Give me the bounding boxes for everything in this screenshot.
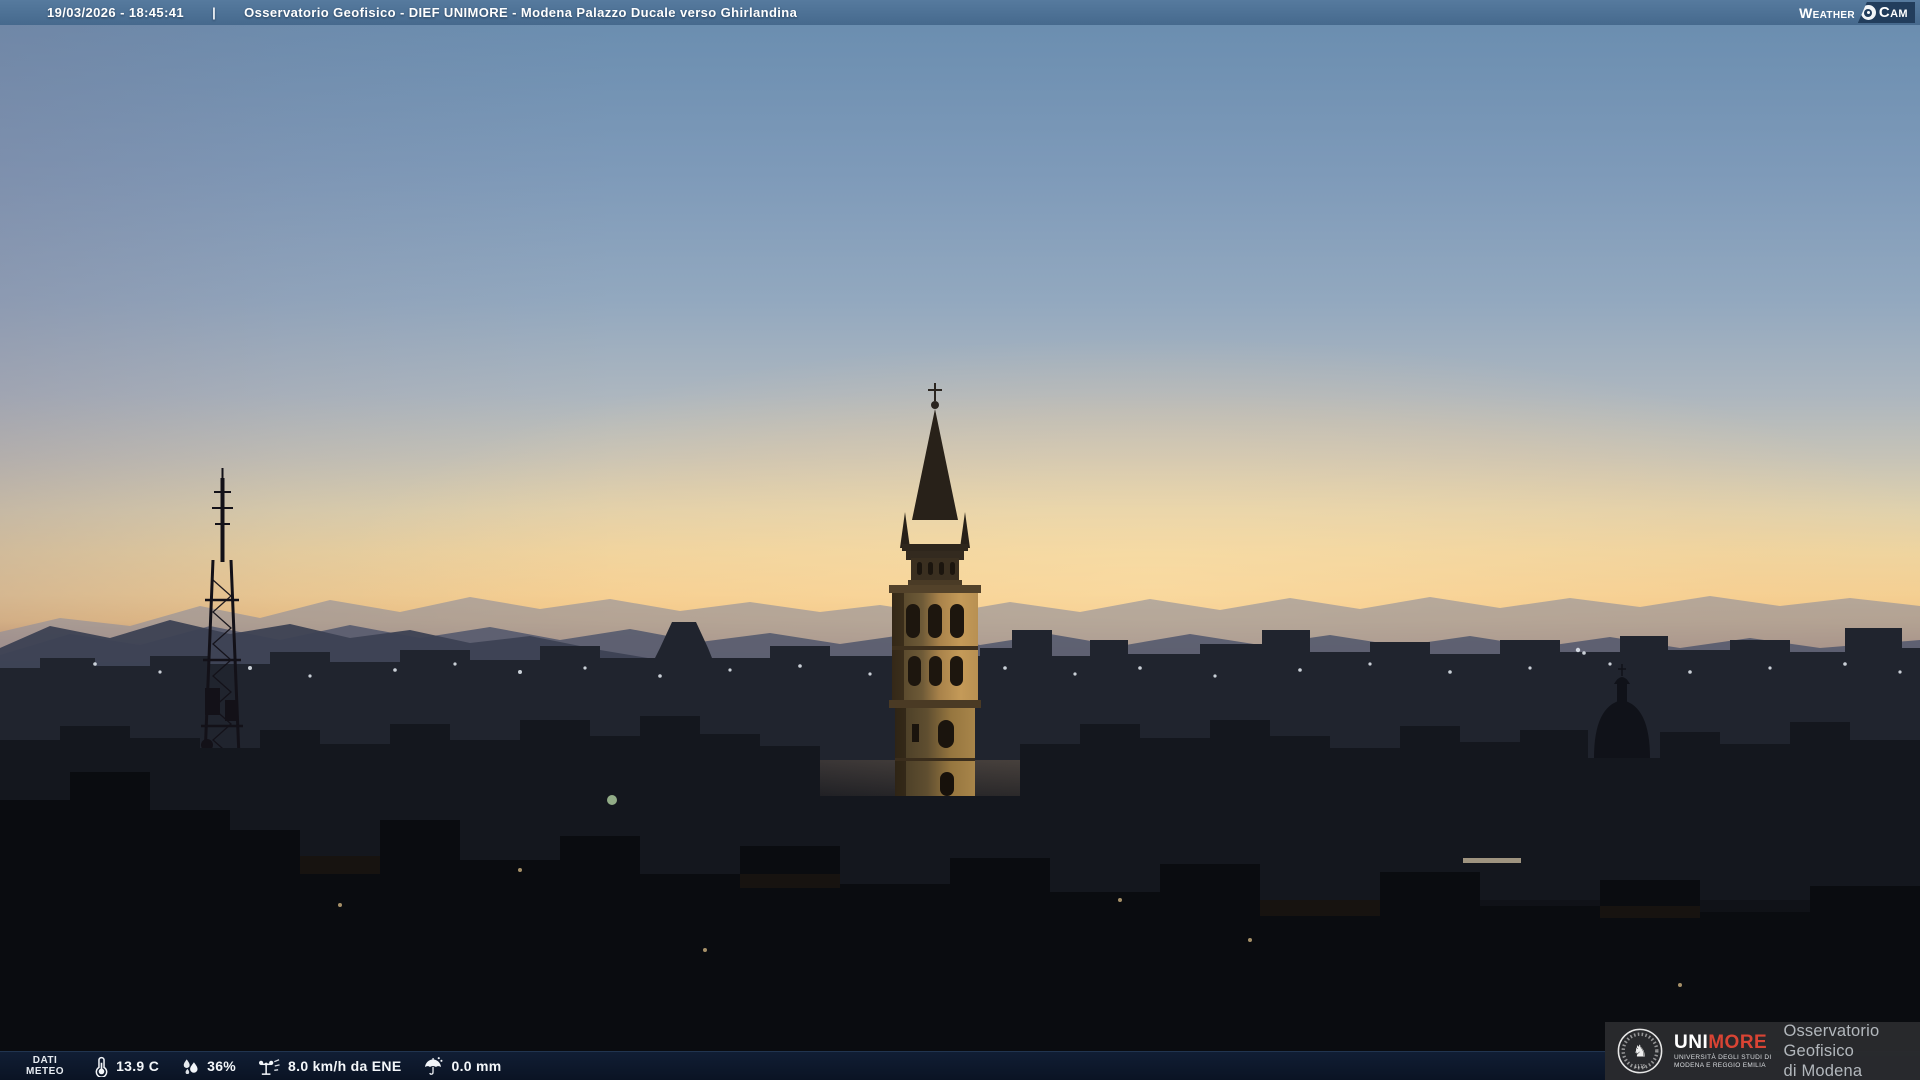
- webcam-page: 19/03/2026 - 18:45:41 | Osservatorio Geo…: [0, 0, 1920, 1080]
- brand-sub-line2: MODENA E REGGIO EMILIA: [1674, 1061, 1766, 1069]
- anemometer-icon: [258, 1056, 281, 1076]
- brand-uni: UNI: [1674, 1032, 1709, 1053]
- weathercam-word: Weather: [1799, 4, 1855, 21]
- observatory-name-line1: Osservatorio Geofisico: [1783, 1022, 1880, 1060]
- weathercam-cam-word: Cam: [1878, 4, 1908, 21]
- weathercam-logo[interactable]: Weather Cam: [1799, 2, 1915, 23]
- observatory-name-line2: di Modena: [1783, 1062, 1863, 1080]
- unimore-wordmark: UNIMORE UNIVERSITÀ DEGLI STUDI DI MODENA…: [1674, 1033, 1771, 1069]
- humidity-drops-icon: [181, 1057, 200, 1076]
- page-title: Osservatorio Geofisico - DIEF UNIMORE - …: [244, 5, 798, 20]
- dati-meteo-label: DATI METEO: [26, 1055, 65, 1077]
- temperature-reading: 13.9 C: [94, 1056, 159, 1077]
- wind-reading: 8.0 km/h da ENE: [258, 1056, 401, 1076]
- observatory-name: Osservatorio Geofisico di Modena: [1783, 1021, 1910, 1080]
- ghirlandina-tower: [889, 383, 981, 820]
- webcam-view: [0, 25, 1920, 1080]
- clock-face-light: [607, 795, 617, 805]
- top-bar: 19/03/2026 - 18:45:41 | Osservatorio Geo…: [0, 0, 1920, 25]
- wind-value: 8.0 km/h da ENE: [288, 1058, 402, 1074]
- unimore-logo-box[interactable]: ♞ 1175 UNIMORE UNIVERSITÀ DEGLI STUDI DI…: [1605, 1022, 1920, 1080]
- seal-horse-glyph: ♞: [1633, 1041, 1648, 1060]
- rain-reading: 0.0 mm: [423, 1056, 501, 1076]
- camera-lens-icon: [1860, 5, 1876, 20]
- lit-rooftop: [1463, 858, 1521, 863]
- thermometer-icon: [94, 1056, 109, 1077]
- datetime-label: 19/03/2026 - 18:45:41: [47, 5, 185, 20]
- seal-year: 1175: [1635, 1064, 1646, 1070]
- city-silhouette: [0, 383, 1920, 1080]
- rain-value: 0.0 mm: [451, 1058, 502, 1074]
- unimore-seal-icon: ♞ 1175: [1617, 1028, 1663, 1074]
- umbrella-rain-icon: [423, 1056, 444, 1076]
- weathercam-block: Cam: [1857, 2, 1915, 23]
- brand-sub-line1: UNIVERSITÀ DEGLI STUDI DI: [1674, 1054, 1772, 1061]
- separator: |: [212, 5, 217, 20]
- humidity-reading: 36%: [181, 1057, 236, 1076]
- humidity-value: 36%: [207, 1058, 237, 1074]
- brand-more: MORE: [1708, 1032, 1768, 1053]
- temperature-value: 13.9 C: [116, 1058, 160, 1074]
